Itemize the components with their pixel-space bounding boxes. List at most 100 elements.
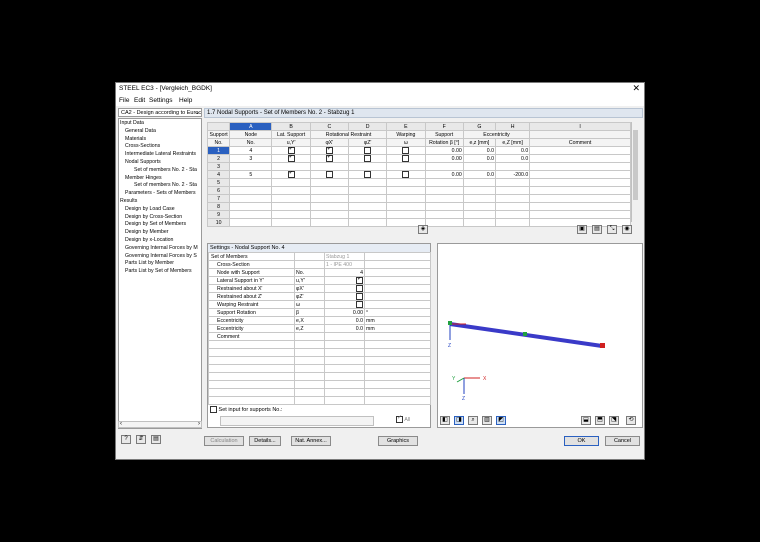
warp-cell[interactable] bbox=[386, 154, 426, 163]
setting-value[interactable]: 0.0 bbox=[324, 324, 365, 333]
table-row[interactable]: 230.000.00.0 bbox=[206, 154, 631, 163]
ecc2-cell[interactable] bbox=[494, 162, 531, 171]
lat-checkbox[interactable] bbox=[287, 171, 295, 178]
details-button[interactable]: Details... bbox=[249, 436, 281, 446]
comment-cell[interactable] bbox=[529, 162, 631, 171]
table-row[interactable]: 5 bbox=[206, 178, 631, 187]
warp-checkbox[interactable] bbox=[402, 155, 410, 162]
comment-cell[interactable] bbox=[529, 146, 631, 155]
setting-value[interactable] bbox=[324, 292, 365, 301]
setting-checkbox[interactable] bbox=[356, 277, 363, 284]
nav-item[interactable]: Results bbox=[120, 198, 137, 205]
rx-cell[interactable] bbox=[309, 218, 349, 227]
rz-cell[interactable] bbox=[347, 178, 388, 187]
lat-cell[interactable] bbox=[271, 178, 311, 187]
rx-cell[interactable] bbox=[309, 186, 349, 195]
row-number[interactable]: 7 bbox=[206, 194, 231, 203]
rz-cell[interactable] bbox=[347, 194, 388, 203]
ok-button[interactable]: OK bbox=[564, 436, 599, 446]
rz-cell[interactable] bbox=[347, 170, 388, 179]
view-3d-icon[interactable]: ◨ bbox=[454, 416, 464, 425]
nav-item[interactable]: Design by Load Case bbox=[125, 206, 175, 213]
setting-value[interactable] bbox=[324, 276, 365, 285]
setting-checkbox[interactable] bbox=[356, 293, 363, 300]
ecc2-cell[interactable] bbox=[494, 202, 531, 211]
comment-cell[interactable] bbox=[529, 210, 631, 219]
lat-cell[interactable] bbox=[271, 218, 311, 227]
select-icon[interactable]: ⤡ bbox=[607, 225, 617, 234]
rotation-cell[interactable] bbox=[424, 194, 464, 203]
view-icon[interactable]: ◉ bbox=[622, 225, 632, 234]
rx-cell[interactable] bbox=[309, 162, 349, 171]
row-number[interactable]: 4 bbox=[206, 170, 231, 179]
rotation-cell[interactable]: 0.00 bbox=[424, 146, 464, 155]
rz-cell[interactable] bbox=[347, 202, 388, 211]
ecc1-cell[interactable]: 0.0 bbox=[462, 146, 497, 155]
node-cell[interactable]: 4 bbox=[229, 146, 273, 155]
comment-cell[interactable] bbox=[529, 186, 631, 195]
menu-file[interactable]: File bbox=[119, 97, 129, 104]
nat-annex-button[interactable]: Nat. Annex... bbox=[291, 436, 331, 446]
node-cell[interactable] bbox=[229, 194, 273, 203]
setting-value[interactable] bbox=[324, 300, 365, 309]
rz-cell[interactable] bbox=[347, 210, 388, 219]
table-row[interactable]: 7 bbox=[206, 194, 631, 203]
nav-item[interactable]: Governing Internal Forces by M bbox=[125, 245, 198, 252]
comment-cell[interactable] bbox=[529, 170, 631, 179]
rz-checkbox[interactable] bbox=[364, 171, 372, 178]
row-number[interactable]: 10 bbox=[206, 218, 231, 227]
support-numbers-input[interactable] bbox=[220, 416, 374, 426]
rx-cell[interactable] bbox=[309, 210, 349, 219]
menu-edit[interactable]: Edit bbox=[134, 97, 145, 104]
display-icon[interactable]: ▥ bbox=[482, 416, 492, 425]
setting-value[interactable]: 4 bbox=[324, 268, 365, 277]
node-cell[interactable] bbox=[229, 218, 273, 227]
ecc1-cell[interactable] bbox=[462, 186, 497, 195]
lat-cell[interactable] bbox=[271, 210, 311, 219]
print-icon[interactable]: ▤ bbox=[151, 435, 161, 444]
rx-checkbox[interactable] bbox=[325, 155, 333, 162]
setting-value[interactable]: 0.0 bbox=[324, 316, 365, 325]
rz-checkbox[interactable] bbox=[364, 147, 372, 154]
comment-cell[interactable] bbox=[529, 178, 631, 187]
rotation-cell[interactable]: 0.00 bbox=[424, 154, 464, 163]
setting-value[interactable] bbox=[324, 284, 365, 293]
table-row[interactable]: 140.000.00.0 bbox=[206, 146, 631, 155]
render-icon[interactable]: ◩ bbox=[496, 416, 506, 425]
rotation-cell[interactable] bbox=[424, 186, 464, 195]
nav-item[interactable]: Governing Internal Forces by S bbox=[125, 253, 197, 260]
col-letter[interactable]: E bbox=[386, 122, 426, 131]
rx-checkbox[interactable] bbox=[325, 171, 333, 178]
lat-cell[interactable] bbox=[271, 186, 311, 195]
cancel-button[interactable]: Cancel bbox=[605, 436, 640, 446]
nav-item[interactable]: Parameters - Sets of Members bbox=[125, 190, 196, 197]
rx-checkbox[interactable] bbox=[325, 147, 333, 154]
ecc2-cell[interactable] bbox=[494, 194, 531, 203]
lat-cell[interactable] bbox=[271, 154, 311, 163]
nav-item[interactable]: Design by Member bbox=[125, 229, 169, 236]
nav-item[interactable]: Design by Cross-Section bbox=[125, 214, 182, 221]
view-x-icon[interactable]: ⬓ bbox=[581, 416, 591, 425]
view-y-icon[interactable]: ⬒ bbox=[595, 416, 605, 425]
node-cell[interactable]: 3 bbox=[229, 154, 273, 163]
rz-cell[interactable] bbox=[347, 146, 388, 155]
nav-item[interactable]: Materials bbox=[125, 136, 146, 143]
col-letter[interactable]: I bbox=[529, 122, 631, 131]
table-row[interactable]: 9 bbox=[206, 210, 631, 219]
rotation-cell[interactable] bbox=[424, 162, 464, 171]
row-number[interactable]: 2 bbox=[206, 154, 231, 163]
calculation-button[interactable]: Calculation bbox=[204, 436, 244, 446]
ecc2-cell[interactable] bbox=[494, 178, 531, 187]
nav-item[interactable]: General Data bbox=[125, 128, 156, 135]
export-table-icon[interactable]: ▤ bbox=[592, 225, 602, 234]
rotation-cell[interactable] bbox=[424, 210, 464, 219]
col-letter[interactable]: D bbox=[347, 122, 388, 131]
ecc2-cell[interactable]: -200.0 bbox=[494, 170, 531, 179]
ecc2-cell[interactable]: 0.0 bbox=[494, 146, 531, 155]
reset-view-icon[interactable]: ⟲ bbox=[626, 416, 636, 425]
set-input-checkbox[interactable] bbox=[210, 406, 217, 413]
close-icon[interactable]: ✕ bbox=[632, 83, 640, 94]
help-icon[interactable]: ? bbox=[121, 435, 131, 444]
warp-checkbox[interactable] bbox=[402, 171, 410, 178]
lat-cell[interactable] bbox=[271, 202, 311, 211]
